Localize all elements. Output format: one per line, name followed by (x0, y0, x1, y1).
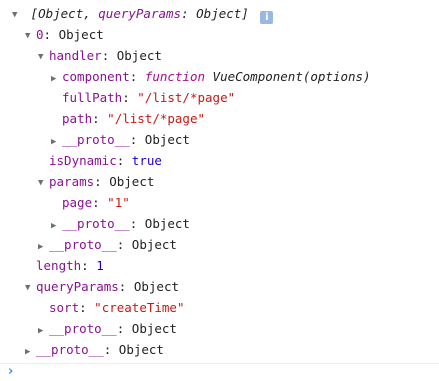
tree-row-proto[interactable]: ▶ __proto__: Object (0, 234, 439, 255)
property-value: Object (58, 27, 104, 42)
info-icon[interactable]: i (260, 11, 274, 24)
tree-row-0[interactable]: ▼ 0: Object (0, 24, 439, 45)
property-key: path (62, 111, 93, 126)
property-key: page (62, 195, 93, 210)
property-key: handler (49, 48, 102, 63)
property-separator: : (129, 69, 145, 84)
property-value: Object (109, 174, 155, 189)
tree-row-proto[interactable]: ▶ __proto__: Object (0, 318, 439, 339)
property-key: fullPath (62, 90, 123, 105)
tree-row-path: path: "/list/*page" (0, 108, 439, 129)
property-separator: : (101, 48, 117, 63)
object-summary-row[interactable]: ▼ [Object, queryParams: Object] i (0, 3, 439, 24)
console-prompt[interactable]: › (0, 363, 439, 381)
property-separator: : (122, 90, 138, 105)
property-value: "createTime" (94, 300, 185, 315)
property-key: params (49, 174, 95, 189)
property-separator: : (79, 300, 95, 315)
expand-triangle-icon[interactable]: ▼ (25, 26, 36, 47)
expand-triangle-icon[interactable]: ▼ (38, 47, 49, 68)
tree-row-component[interactable]: ▶ component: function VueComponent(option… (0, 66, 439, 87)
function-keyword: function (144, 69, 206, 84)
property-value: Object (131, 321, 177, 336)
property-separator: : (129, 132, 145, 147)
tree-row-proto[interactable]: ▶ __proto__: Object (0, 339, 439, 360)
function-signature: VueComponent(options) (212, 69, 371, 84)
property-separator: : (116, 321, 132, 336)
property-value: Object (116, 48, 162, 63)
summary-object-value: Object (196, 6, 242, 21)
tree-row-page: page: "1" (0, 192, 439, 213)
tree-row-fullpath: fullPath: "/list/*page" (0, 87, 439, 108)
property-key: component (62, 69, 130, 84)
tree-row-handler[interactable]: ▼ handler: Object (0, 45, 439, 66)
property-value: Object (133, 279, 180, 294)
tree-row-proto[interactable]: ▶ __proto__: Object (0, 213, 439, 234)
property-separator: : (94, 174, 110, 189)
property-separator: : (103, 342, 119, 357)
property-value: 1 (96, 258, 104, 273)
tree-row-proto[interactable]: ▶ __proto__: Object (0, 129, 439, 150)
property-key: __proto__ (49, 321, 117, 336)
tree-row-queryparams[interactable]: ▼ queryParams: Object (0, 276, 439, 297)
property-separator: : (116, 153, 132, 168)
property-value: Object (144, 132, 190, 147)
property-key: sort (49, 300, 80, 315)
property-separator: : (92, 111, 108, 126)
tree-row-isdynamic: isDynamic: true (0, 150, 439, 171)
property-key: __proto__ (62, 132, 130, 147)
summary-open-bracket: [ (30, 6, 39, 21)
property-separator: : (92, 195, 108, 210)
property-key: length (36, 258, 82, 273)
property-value: Object (131, 237, 177, 252)
summary-close-bracket: ] (241, 6, 249, 21)
property-key: 0 (36, 27, 44, 42)
property-separator: : (81, 258, 97, 273)
property-key: __proto__ (49, 237, 117, 252)
property-value: Object (118, 342, 164, 357)
expand-triangle-icon[interactable]: ▼ (38, 173, 49, 194)
tree-row-params[interactable]: ▼ params: Object (0, 171, 439, 192)
tree-row-length: length: 1 (0, 255, 439, 276)
property-separator: : (118, 279, 134, 294)
expand-triangle-icon[interactable]: ▼ (25, 278, 36, 299)
summary-object-text: Object, (38, 6, 99, 21)
tree-row-sort: sort: "createTime" (0, 297, 439, 318)
property-separator: : (116, 237, 132, 252)
property-key: __proto__ (62, 216, 130, 231)
expand-triangle-icon[interactable]: ▼ (12, 5, 23, 26)
property-key: isDynamic (49, 153, 117, 168)
property-separator: : (129, 216, 145, 231)
summary-queryparams-key: queryParams (98, 6, 182, 21)
summary-separator: : (181, 6, 197, 21)
prompt-chevron-icon: › (8, 364, 14, 379)
property-value: "1" (107, 195, 130, 210)
property-key: queryParams (36, 279, 119, 294)
property-separator: : (43, 27, 59, 42)
collapse-triangle-icon[interactable]: ▶ (25, 342, 36, 363)
property-key: __proto__ (36, 342, 104, 357)
property-value: "/list/*page" (137, 90, 236, 105)
property-value: "/list/*page" (107, 111, 206, 126)
property-value: true (131, 153, 162, 168)
property-value: Object (144, 216, 190, 231)
